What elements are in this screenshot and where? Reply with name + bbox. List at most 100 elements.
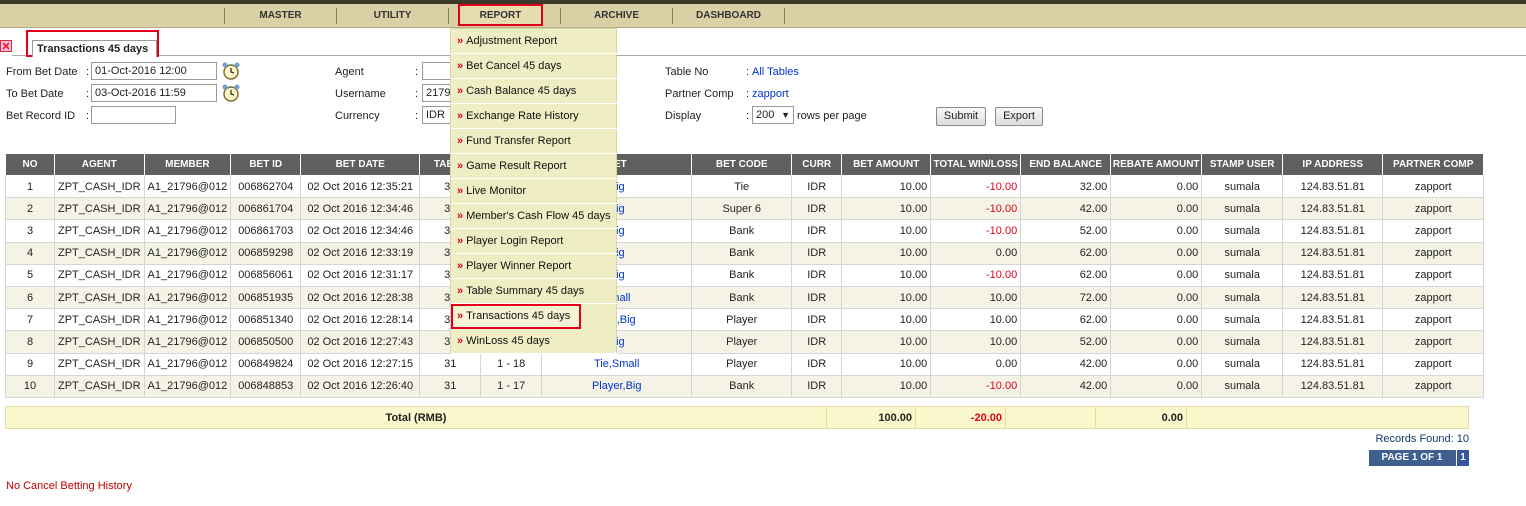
- menu-item[interactable]: » Bet Cancel 45 days: [451, 54, 618, 79]
- to-bet-date-input[interactable]: 03-Oct-2016 11:59: [91, 84, 217, 102]
- column-header[interactable]: REBATE AMOUNT: [1110, 153, 1203, 176]
- table-cell: IDR: [791, 174, 843, 199]
- table-cell: 0.00: [930, 241, 1022, 265]
- menu-item[interactable]: » Table Summary 45 days: [451, 279, 618, 304]
- column-header[interactable]: AGENT: [54, 153, 145, 176]
- menu-item[interactable]: » Player Winner Report: [451, 254, 618, 279]
- table-cell: 42.00: [1020, 197, 1112, 221]
- table-cell: 62.00: [1020, 241, 1112, 265]
- menu-item[interactable]: » Exchange Rate History: [451, 104, 618, 129]
- from-bet-date-input[interactable]: 01-Oct-2016 12:00: [91, 62, 217, 80]
- table-cell: 32.00: [1020, 174, 1112, 199]
- menu-item-label: Transactions 45 days: [466, 310, 571, 322]
- menu-item-label: Cash Balance 45 days: [466, 85, 577, 97]
- table-cell: 10.00: [841, 330, 932, 354]
- tab-transactions-45-days[interactable]: Transactions 45 days: [26, 30, 159, 57]
- table-cell: zapport: [1382, 374, 1485, 398]
- column-header[interactable]: BET AMOUNT: [841, 153, 932, 176]
- nav-utility[interactable]: UTILITY: [337, 4, 448, 28]
- bet-record-id-input[interactable]: [91, 106, 176, 124]
- column-header[interactable]: END BALANCE: [1020, 153, 1112, 176]
- table-no-label: Table No: [665, 66, 709, 78]
- table-row: 2 ZPT_CASH_IDR A1_21796@012 006861704 02 Oct…: [5, 197, 1485, 221]
- table-cell: sumala: [1201, 197, 1284, 221]
- table-cell: Bank: [691, 374, 793, 398]
- username-input[interactable]: 2179: [422, 84, 452, 102]
- alarm-clock-icon[interactable]: [221, 61, 241, 81]
- nav-report[interactable]: REPORT: [458, 4, 543, 26]
- menu-marker-icon: »: [457, 160, 464, 172]
- column-header[interactable]: TOTAL WIN/LOSS: [930, 153, 1022, 176]
- partner-comp-link[interactable]: zapport: [752, 88, 789, 100]
- table-cell: sumala: [1201, 330, 1284, 354]
- table-cell: Super 6: [691, 197, 793, 221]
- table-cell: 02 Oct 2016 12:26:40: [300, 374, 421, 398]
- table-cell: Player: [691, 352, 793, 376]
- column-header[interactable]: CURR: [791, 153, 843, 176]
- alarm-clock-icon[interactable]: [221, 83, 241, 103]
- menu-item[interactable]: » Member's Cash Flow 45 days: [451, 204, 618, 229]
- table-cell: A1_21796@012: [143, 241, 232, 265]
- table-cell: Bank: [691, 241, 793, 265]
- table-cell: 62.00: [1020, 308, 1112, 332]
- table-no-link[interactable]: All Tables: [752, 66, 799, 78]
- column-header[interactable]: BET ID: [230, 153, 302, 176]
- table-cell: 124.83.51.81: [1282, 219, 1384, 243]
- table-cell: -10.00: [930, 197, 1022, 221]
- column-header[interactable]: PARTNER COMP: [1382, 153, 1485, 176]
- menu-item[interactable]: » Adjustment Report: [451, 29, 618, 54]
- menu-item[interactable]: » Fund Transfer Report: [451, 129, 618, 154]
- menu-item-label: Live Monitor: [466, 185, 527, 197]
- table-cell: 02 Oct 2016 12:28:14: [300, 308, 421, 332]
- partner-comp-label: Partner Comp: [665, 88, 734, 100]
- display-select[interactable]: 200 ▼: [752, 106, 794, 124]
- menu-item[interactable]: » Player Login Report: [451, 229, 618, 254]
- menu-item[interactable]: » Transactions 45 days: [451, 304, 581, 329]
- menu-item[interactable]: » Game Result Report: [451, 154, 618, 179]
- table-cell: Bank: [691, 219, 793, 243]
- table-cell: 02 Oct 2016 12:35:21: [300, 174, 421, 199]
- table-cell: A1_21796@012: [143, 219, 232, 243]
- colon: :: [746, 110, 750, 122]
- colon: :: [86, 110, 90, 122]
- table-cell: 1: [5, 174, 55, 199]
- table-cell: 124.83.51.81: [1282, 308, 1384, 332]
- table-cell: 006861704: [230, 197, 302, 221]
- column-header[interactable]: NO: [5, 153, 55, 176]
- table-cell: A1_21796@012: [143, 374, 232, 398]
- bet-record-id-label: Bet Record ID: [6, 110, 76, 122]
- table-cell: Player: [691, 330, 793, 354]
- table-cell: IDR: [791, 241, 843, 265]
- page-number-button[interactable]: 1: [1456, 450, 1469, 466]
- tab-close-icon[interactable]: [0, 40, 12, 52]
- nav-dashboard[interactable]: DASHBOARD: [673, 4, 784, 28]
- column-header[interactable]: BET DATE: [300, 153, 421, 176]
- menu-item-label: Game Result Report: [466, 160, 567, 172]
- column-header[interactable]: STAMP USER: [1201, 153, 1284, 176]
- column-header[interactable]: MEMBER: [143, 153, 232, 176]
- column-header[interactable]: BET CODE: [691, 153, 793, 176]
- table-cell: 7: [5, 308, 55, 332]
- agent-input[interactable]: [422, 62, 452, 80]
- nav-separator: [784, 8, 785, 24]
- table-cell: 31: [419, 374, 482, 398]
- menu-item[interactable]: » WinLoss 45 days: [451, 329, 618, 354]
- table-cell: 10.00: [841, 219, 932, 243]
- table-cell: 006859298: [230, 241, 302, 265]
- table-cell: 10.00: [841, 285, 932, 310]
- table-cell: 02 Oct 2016 12:34:46: [300, 197, 421, 221]
- table-cell: IDR: [791, 330, 843, 354]
- export-button[interactable]: Export: [995, 107, 1043, 126]
- chevron-down-icon: ▼: [781, 110, 790, 120]
- total-end-balance: [1005, 406, 1096, 429]
- menu-item[interactable]: » Cash Balance 45 days: [451, 79, 618, 104]
- currency-select[interactable]: IDR: [422, 106, 452, 124]
- submit-button[interactable]: Submit: [936, 107, 986, 126]
- table-cell: 0.00: [1110, 219, 1203, 243]
- column-header[interactable]: IP ADDRESS: [1282, 153, 1384, 176]
- nav-master[interactable]: MASTER: [225, 4, 336, 28]
- table-cell: IDR: [791, 285, 843, 310]
- menu-item[interactable]: » Live Monitor: [451, 179, 618, 204]
- table-cell: 124.83.51.81: [1282, 285, 1384, 310]
- nav-archive[interactable]: ARCHIVE: [561, 4, 672, 28]
